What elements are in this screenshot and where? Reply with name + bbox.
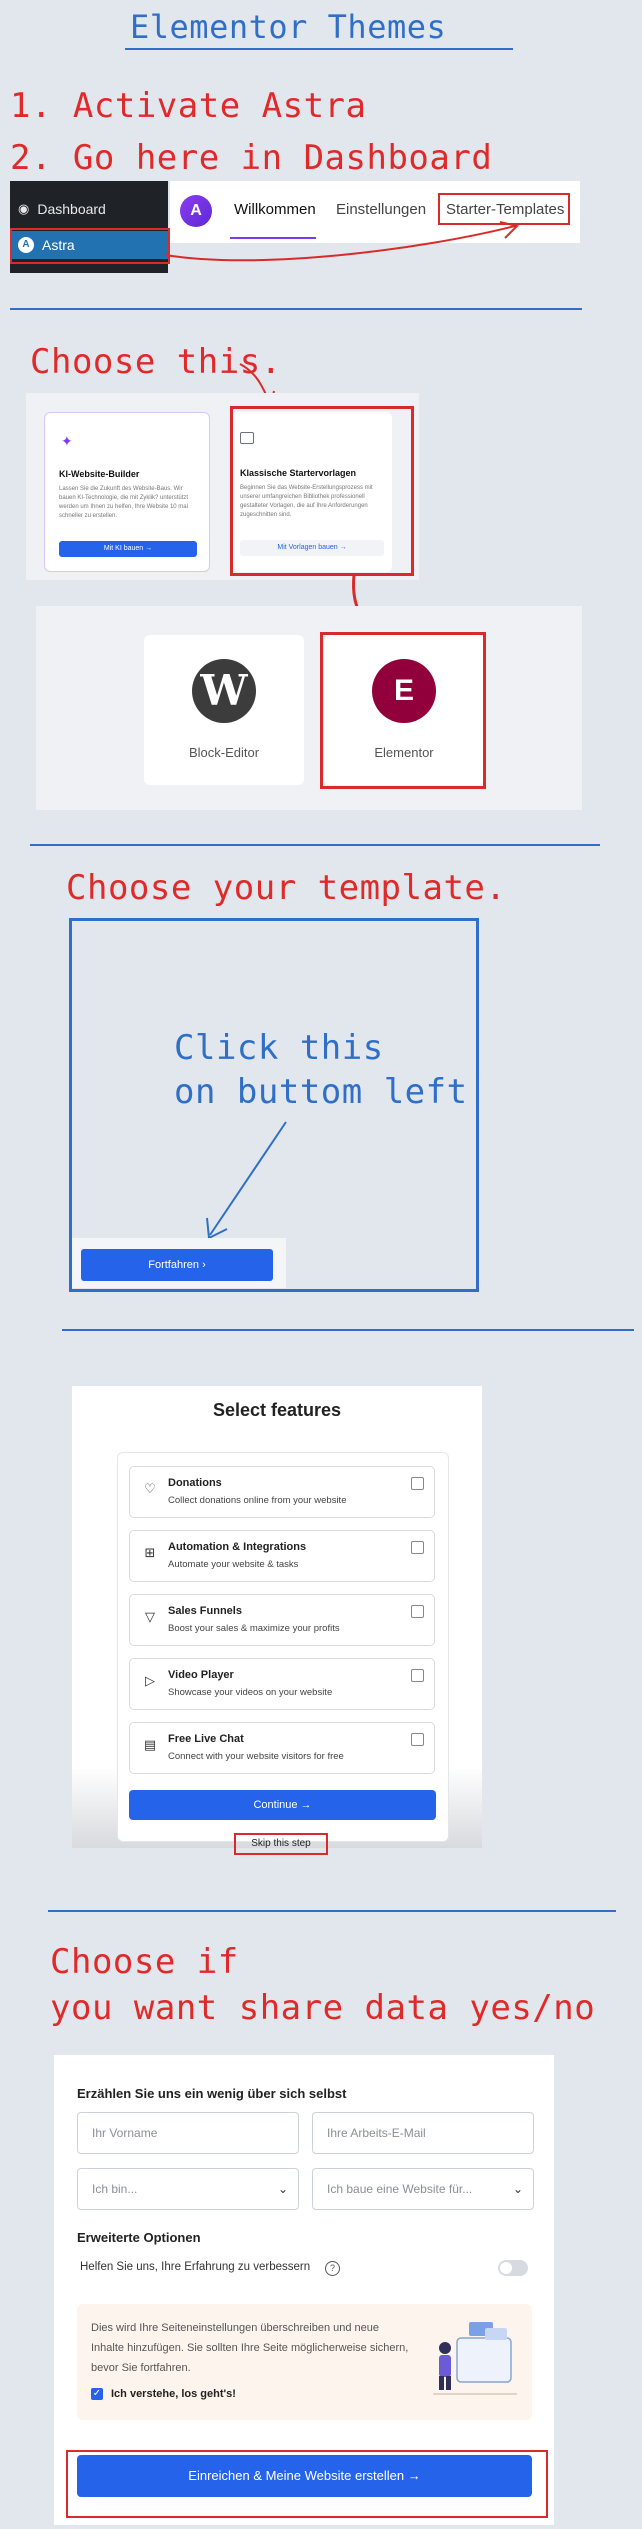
info-icon[interactable]: ? — [325, 2261, 340, 2276]
live-chat-checkbox[interactable] — [411, 1733, 424, 1746]
donations-checkbox[interactable] — [411, 1477, 424, 1490]
divider-3 — [62, 1329, 634, 1331]
chevron-down-icon: ⌄ — [277, 2182, 288, 2196]
continue-button[interactable]: Continue → — [129, 1790, 436, 1820]
role-select[interactable]: Ich bin... ⌄ — [77, 2168, 299, 2210]
help-improve-label: Helfen Sie uns, Ihre Erfahrung zu verbes… — [80, 2261, 311, 2273]
feature-video-player[interactable]: ▷ Video Player Showcase your videos on y… — [129, 1658, 435, 1710]
work-email-input[interactable]: Ihre Arbeits-E-Mail — [312, 2112, 534, 2154]
advanced-options-label: Erweiterte Optionen — [77, 2230, 201, 2245]
features-title: Select features — [212, 1400, 342, 1420]
first-name-input[interactable]: Ihr Vorname — [77, 2112, 299, 2154]
feature-donations[interactable]: ♡ Donations Collect donations online fro… — [129, 1466, 435, 1518]
section5-heading-1: Choose if — [50, 1942, 239, 1982]
toggle-knob — [500, 2262, 512, 2274]
consent-checkbox[interactable]: ✓ — [91, 2388, 103, 2400]
fortfahren-button[interactable]: Fortfahren › — [81, 1249, 273, 1281]
sales-funnels-checkbox[interactable] — [411, 1605, 424, 1618]
chevron-down-icon: ⌄ — [512, 2182, 523, 2196]
website-purpose-select[interactable]: Ich baue eine Website für... ⌄ — [312, 2168, 534, 2210]
help-improve-toggle[interactable] — [498, 2260, 528, 2276]
arrow-to-fortfahren — [206, 1121, 287, 1240]
website-illustration-icon — [433, 2322, 517, 2395]
overwrite-warning-box: Dies wird Ihre Seiteneinstellungen übers… — [77, 2304, 532, 2420]
automation-checkbox[interactable] — [411, 1541, 424, 1554]
warning-text: Dies wird Ihre Seiteneinstellungen übers… — [91, 2322, 409, 2374]
chevron-right-icon: › — [202, 1259, 206, 1271]
form-title: Erzählen Sie uns ein wenig über sich sel… — [77, 2086, 347, 2101]
apps-icon: ⊞ — [144, 1545, 156, 1560]
highlight-submit — [66, 2450, 548, 2518]
consent-row[interactable]: ✓ Ich verstehe, los geht's! — [91, 2388, 236, 2400]
chat-icon: ▤ — [143, 1737, 157, 1752]
feature-live-chat[interactable]: ▤ Free Live Chat Connect with your websi… — [129, 1722, 435, 1774]
section5-heading-2: you want share data yes/no — [50, 1988, 596, 2028]
funnel-icon: ▽ — [145, 1609, 155, 1624]
feature-automation[interactable]: ⊞ Automation & Integrations Automate you… — [129, 1530, 435, 1582]
feature-sales-funnels[interactable]: ▽ Sales Funnels Boost your sales & maxim… — [129, 1594, 435, 1646]
video-player-checkbox[interactable] — [411, 1669, 424, 1682]
skip-step-link[interactable]: Skip this step — [234, 1833, 328, 1855]
heart-icon: ♡ — [144, 1481, 156, 1496]
play-icon: ▷ — [145, 1673, 155, 1688]
divider-4 — [48, 1910, 616, 1912]
